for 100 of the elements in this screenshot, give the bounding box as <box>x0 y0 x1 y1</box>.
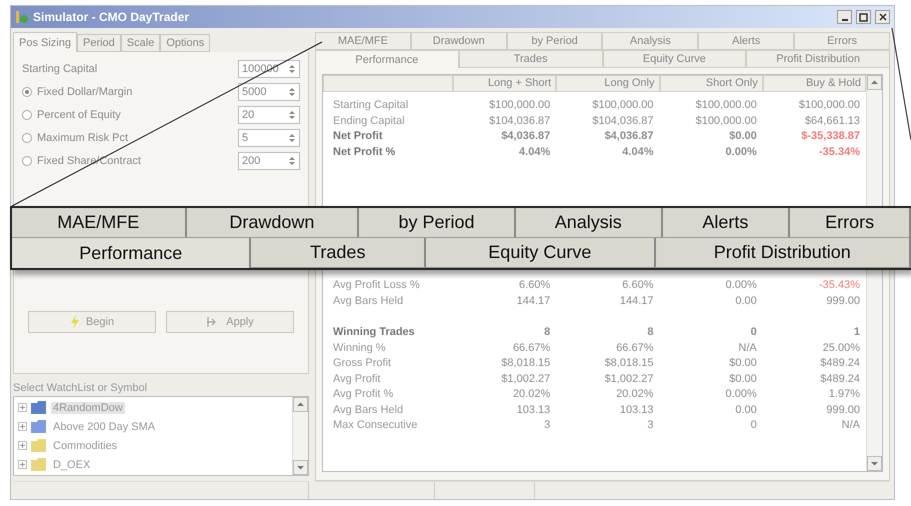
table-cell-text: 4.04% <box>518 144 552 160</box>
tab[interactable]: Analysis <box>516 208 663 238</box>
spin-field[interactable]: 20 <box>238 106 300 124</box>
maximize-button[interactable] <box>856 10 871 24</box>
tab[interactable]: Performance <box>315 50 459 68</box>
tab[interactable]: Profit Distribution <box>656 238 911 268</box>
radio-button[interactable] <box>22 133 32 143</box>
spin-arrows-icon[interactable] <box>287 85 297 99</box>
tree-item[interactable]: 4RandomDow <box>51 402 125 414</box>
row-label: Avg Bars Held <box>332 402 404 418</box>
table-cell-text: $100,000.00 <box>488 98 552 113</box>
table-cell-text: 6.60% <box>621 278 654 293</box>
table-cell-text: $104,036.87 <box>488 114 552 128</box>
table-cell-text: 0.00% <box>724 387 758 402</box>
tab[interactable]: Performance <box>12 238 252 268</box>
scrollbar[interactable] <box>292 397 308 475</box>
table-cell-text: 0 <box>750 325 758 340</box>
tab[interactable]: Analysis <box>602 32 698 50</box>
tab[interactable]: Period <box>76 34 121 52</box>
row-label: Avg Profit % <box>332 387 394 402</box>
table-cell-text: 66.67% <box>615 340 654 356</box>
table-cell-text: 103.13 <box>618 402 654 418</box>
tab[interactable]: MAE/MFE <box>12 208 187 238</box>
column-header[interactable]: Short Only <box>660 75 763 92</box>
tab[interactable]: Scale <box>120 34 160 52</box>
table-cell-text: 3 <box>543 418 552 433</box>
row-label: Avg Profit <box>332 372 382 386</box>
table-cell-text: N/A <box>840 418 861 433</box>
tab[interactable]: Options <box>160 34 210 52</box>
tab[interactable]: Equity Curve <box>602 50 746 68</box>
expand-icon[interactable] <box>18 460 27 469</box>
tree-item[interactable]: D_OEX <box>51 458 92 470</box>
table-cell-text: 20.02% <box>512 387 552 402</box>
table-cell-text: 144.17 <box>618 294 654 308</box>
table-cell-text: 0.00% <box>724 144 758 160</box>
tab[interactable]: Errors <box>794 32 890 50</box>
table-cell-text: $0.00 <box>728 372 758 386</box>
spin-arrows-icon[interactable] <box>287 108 297 122</box>
table-cell-text: 1.97% <box>828 387 861 402</box>
expand-icon[interactable] <box>18 422 27 431</box>
tab[interactable]: Drawdown <box>410 32 507 50</box>
table-cell-text: $1,002.27 <box>500 372 552 386</box>
table-cell-text: 8 <box>646 325 654 340</box>
tab[interactable]: Trades <box>251 238 426 268</box>
table-cell-text: 999.00 <box>825 294 861 308</box>
radio-button[interactable] <box>22 156 32 166</box>
spin-arrows-icon[interactable] <box>287 62 297 76</box>
tab[interactable]: by Period <box>359 208 516 238</box>
table-cell-text: 999.00 <box>825 402 861 418</box>
table-cell-text: 8 <box>543 325 552 340</box>
spin-field[interactable]: 5000 <box>238 83 300 101</box>
table-cell-text: -35.34% <box>818 144 861 160</box>
row-label: Winning Trades <box>332 325 416 340</box>
tree-item[interactable]: Commodities <box>51 440 120 452</box>
row-label: Max Consecutive <box>332 418 418 433</box>
table-cell-text: 0 <box>750 418 758 433</box>
table-cell-text: 6.60% <box>518 278 552 293</box>
tab[interactable]: Alerts <box>698 32 794 50</box>
table-cell-text: $0.00 <box>728 356 758 371</box>
app-icon <box>15 10 29 24</box>
column-header[interactable]: Long Only <box>556 75 660 92</box>
watchlist-label: Select WatchList or Symbol <box>13 382 148 394</box>
expand-icon[interactable] <box>18 441 27 450</box>
tab[interactable]: Pos Sizing <box>13 32 77 52</box>
tab[interactable]: Alerts <box>662 208 790 238</box>
minimize-button[interactable] <box>837 10 852 24</box>
spin-field[interactable]: 5 <box>238 129 300 147</box>
table-cell-text: 3 <box>646 418 654 433</box>
field-label: Maximum Risk Pct <box>37 132 130 144</box>
begin-button[interactable]: Begin <box>28 311 156 333</box>
close-button[interactable] <box>875 10 890 24</box>
table-cell-text: $64,661.13 <box>804 114 861 128</box>
tree-item[interactable]: Above 200 Day SMA <box>51 420 158 432</box>
lightning-icon <box>70 315 80 329</box>
expand-icon[interactable] <box>18 403 27 412</box>
tab[interactable]: Profit Distribution <box>746 50 890 68</box>
field-label: Percent of Equity <box>37 109 122 121</box>
column-header[interactable]: Buy & Hold <box>762 75 866 92</box>
apply-button[interactable]: Apply <box>166 311 294 333</box>
row-label: Gross Profit <box>332 356 392 371</box>
radio-button[interactable] <box>22 87 32 97</box>
spin-field[interactable]: 200 <box>238 152 300 170</box>
tab[interactable]: Trades <box>458 50 602 68</box>
table-cell-text: $489.24 <box>819 372 861 386</box>
spin-arrows-icon[interactable] <box>287 154 297 168</box>
table-cell-text: 0.00 <box>734 402 758 418</box>
radio-button[interactable] <box>22 110 32 120</box>
row-label: Starting Capital <box>332 98 410 113</box>
table-cell-text: N/A <box>737 340 758 356</box>
tab[interactable]: Equity Curve <box>426 238 656 268</box>
tab[interactable]: by Period <box>506 32 602 50</box>
table-cell-text: 144.17 <box>516 294 552 308</box>
tab[interactable]: MAE/MFE <box>315 32 411 50</box>
window-title: Simulator - CMO DayTrader <box>33 10 190 24</box>
table-cell-text: $104,036.87 <box>591 114 654 128</box>
spin-arrows-icon[interactable] <box>287 131 297 145</box>
tab[interactable]: Drawdown <box>186 208 360 238</box>
column-header[interactable]: Long + Short <box>453 75 556 92</box>
table-cell-text: $4,036.87 <box>604 129 654 144</box>
tab[interactable]: Errors <box>790 208 911 238</box>
